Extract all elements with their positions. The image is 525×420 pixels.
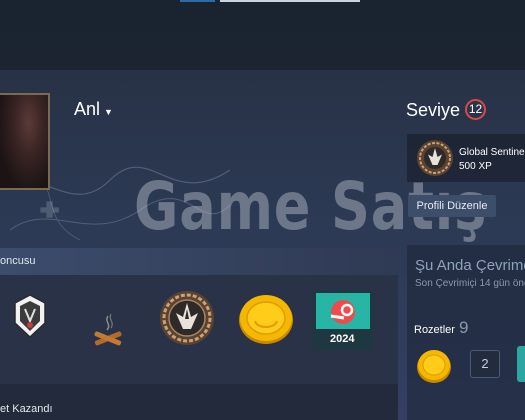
- top-navigation-bar: [0, 0, 525, 70]
- global-sentinel-emblem-icon: [417, 140, 453, 176]
- mini-badge-number[interactable]: 2: [470, 350, 500, 378]
- level-badge[interactable]: 12: [465, 99, 486, 120]
- mini-badge-partial[interactable]: [517, 346, 525, 382]
- badges-count[interactable]: 9: [459, 318, 468, 338]
- last-online-text: Son Çevrimiçi 14 gün önce: [415, 278, 525, 289]
- campfire-icon[interactable]: [88, 310, 128, 350]
- mini-gold-coin-icon[interactable]: [416, 348, 452, 384]
- global-sentinel-icon[interactable]: [158, 289, 216, 347]
- edit-profile-button[interactable]: Profili Düzenle: [408, 195, 496, 217]
- showcase-header: [0, 248, 398, 275]
- level-label: Seviye: [406, 100, 461, 120]
- chevron-down-icon[interactable]: ▼: [104, 107, 113, 117]
- shield-emblem-icon[interactable]: [12, 293, 48, 341]
- gold-coin-icon[interactable]: [237, 293, 295, 345]
- nav-tab-active-indicator: [220, 0, 360, 2]
- showcase-footer: [0, 384, 398, 420]
- showcase-title: oncusu: [0, 255, 36, 267]
- watermark-plus-icon: [40, 201, 59, 218]
- badges-link[interactable]: Rozetler: [414, 324, 455, 336]
- favorite-badge-name: Global Sentinel: [459, 147, 525, 158]
- showcase-footer-text: et Kazandı: [0, 403, 53, 415]
- persona-name[interactable]: Anl: [74, 99, 100, 120]
- nav-tab-indicator: [180, 0, 215, 2]
- favorite-badge[interactable]: Global Sentinel 500 XP: [407, 134, 525, 182]
- steam-2024-label: 2024: [330, 333, 355, 345]
- favorite-badge-xp: 500 XP: [459, 161, 492, 172]
- status-title: Şu Anda Çevrimdışı: [415, 257, 525, 274]
